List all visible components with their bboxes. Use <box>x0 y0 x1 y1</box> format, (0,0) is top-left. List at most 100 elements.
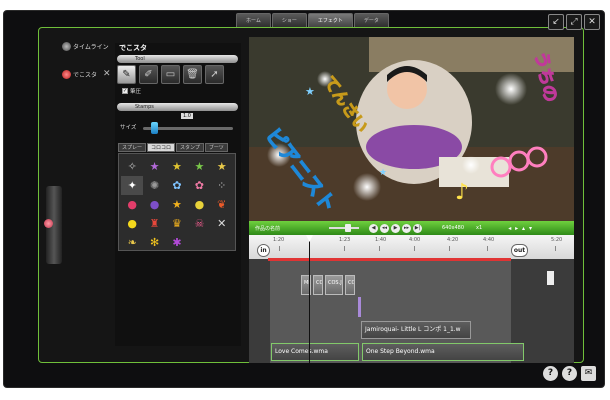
stamp-star-icon[interactable]: ★ <box>188 157 210 176</box>
in-point-marker[interactable]: in <box>257 244 270 257</box>
marker-icon[interactable]: ✐ <box>139 65 158 84</box>
nav-label: タイムライン <box>73 43 109 51</box>
out-point-marker[interactable]: out <box>511 244 528 257</box>
pressure-checkbox[interactable]: ✓ <box>122 88 128 94</box>
brush-icon[interactable]: ✎ <box>117 65 136 84</box>
size-slider-knob[interactable] <box>151 122 158 134</box>
tick-label: 4:00 <box>409 237 421 243</box>
tab-korokoro[interactable]: コロコロ <box>147 143 176 152</box>
pressure-option[interactable]: ✓ 筆圧 <box>122 87 141 95</box>
video-clip[interactable]: CO <box>313 275 323 295</box>
stamp-flower-icon[interactable]: ✿ <box>166 176 188 195</box>
stamp-bone-icon[interactable]: ✕ <box>211 214 233 233</box>
stamp-ball-icon[interactable]: ● <box>121 195 143 214</box>
stamp-creature-icon[interactable]: ✻ <box>143 233 165 252</box>
video-clip[interactable]: COS.J <box>325 275 343 295</box>
tab-spray[interactable]: スプレー <box>118 143 147 152</box>
stamp-skull-icon[interactable]: ☠ <box>188 214 210 233</box>
volume-slider[interactable] <box>329 224 359 232</box>
effect-marker <box>358 297 361 317</box>
rewind-button[interactable]: ◂◂ <box>380 223 389 233</box>
tab-stamp[interactable]: スタンプ <box>176 143 204 152</box>
mail-icon[interactable]: ✉ <box>581 366 596 381</box>
tab-show[interactable]: ショー <box>271 13 307 27</box>
stamp-star-icon[interactable]: ★ <box>166 157 188 176</box>
tick-label: 5:20 <box>551 237 563 243</box>
stamp-cake-icon[interactable]: ♜ <box>143 214 165 233</box>
forward-button[interactable]: ▸▸ <box>402 223 411 233</box>
stamp-lemon-icon[interactable]: ● <box>121 214 143 233</box>
tool-row: ✎ ✐ ▭ 🗑 ➚ <box>117 65 224 84</box>
stamp-starburst-icon[interactable]: ✺ <box>143 176 165 195</box>
help-icon[interactable]: ? <box>562 366 577 381</box>
pointer-icon[interactable]: ➚ <box>205 65 224 84</box>
play-button[interactable]: ▶ <box>391 223 400 233</box>
tool-section-header[interactable]: Tool <box>117 55 238 63</box>
decosta-panel: でこスタ Tool ✎ ✐ ▭ 🗑 ➚ ✓ 筆圧 Stamps 1.0 サイズ … <box>115 43 241 346</box>
tab-home[interactable]: ホーム <box>236 13 271 27</box>
side-slider-knob[interactable] <box>44 219 53 228</box>
stamp-tabs: スプレー コロコロ スタンプ ブーツ <box>118 143 229 152</box>
stamp-ball-icon[interactable]: ● <box>188 195 210 214</box>
star-decoration-icon: ★ <box>379 168 387 178</box>
tick-label: 1:20 <box>273 237 285 243</box>
stamp-spider-icon[interactable]: ✱ <box>166 233 188 252</box>
audio-clip[interactable]: Love Comes.wma <box>271 343 359 361</box>
tab-data[interactable]: データ <box>353 13 389 27</box>
tab-effect[interactable]: エフェクト <box>307 13 353 27</box>
trash-icon[interactable]: 🗑 <box>183 65 202 84</box>
star-decoration-icon: ★ <box>305 85 315 98</box>
video-clip[interactable]: CO <box>345 275 355 295</box>
close-icon[interactable]: ✕ <box>103 69 111 79</box>
stamp-sparkle-icon[interactable]: ✧ <box>121 157 143 176</box>
window-controls: ↙ ⤢ ✕ <box>548 14 600 30</box>
stamp-star-icon[interactable]: ★ <box>211 157 233 176</box>
end-button[interactable]: ▶| <box>413 223 422 233</box>
nav-timeline[interactable]: タイムライン <box>62 39 112 53</box>
stamp-flower-icon[interactable]: ✿ <box>188 176 210 195</box>
preview-canvas: ピアニスト てんさい うちの ♪ ★ ★ <box>249 37 574 221</box>
tab-boots[interactable]: ブーツ <box>204 143 228 152</box>
stamp-star-icon[interactable]: ★ <box>166 195 188 214</box>
stamp-star-icon[interactable]: ★ <box>143 157 165 176</box>
resolution-label: 640x480 <box>442 225 465 231</box>
stamp-ball-icon[interactable]: ● <box>143 195 165 214</box>
player-bar: 作品の名前 ◀ ◂◂ ▶ ▸▸ ▶| 640x480 x1 ◂ ▸ ▴ ▾ <box>249 221 574 235</box>
stamp-grid: ✧ ★ ★ ★ ★ ✦ ✺ ✿ ✿ ⁘ ● ● ★ ● ❦ ● ♜ ♛ ☠ ✕ … <box>118 153 236 251</box>
video-preview[interactable]: ピアニスト てんさい うちの ♪ ★ ★ <box>249 37 574 221</box>
prev-button[interactable]: ◀ <box>369 223 378 233</box>
eraser-icon[interactable]: ▭ <box>161 65 180 84</box>
size-value: 1.0 <box>181 113 193 119</box>
playhead[interactable] <box>309 235 310 363</box>
zoom-label: x1 <box>476 225 483 231</box>
view-options-icon[interactable]: ◂ ▸ ▴ ▾ <box>508 225 533 232</box>
stamps-section-header[interactable]: Stamps <box>117 103 238 111</box>
audio-clip[interactable]: One Step Beyond.wma <box>362 343 524 361</box>
panel-title: でこスタ <box>119 44 147 52</box>
left-nav: タイムライン でこスタ ✕ <box>62 39 112 95</box>
stamp-dots-icon[interactable]: ⁘ <box>211 176 233 195</box>
minimize-button[interactable]: ↙ <box>548 14 564 30</box>
help-search-icon[interactable]: ? <box>543 366 558 381</box>
nav-label: でこスタ <box>73 71 98 79</box>
timeline[interactable]: 1:20 1:23 1:40 4:00 4:20 4:40 5:20 in ou… <box>249 235 574 363</box>
timeline-icon <box>62 41 71 51</box>
stamp-crown-icon[interactable]: ♛ <box>166 214 188 233</box>
maximize-button[interactable]: ⤢ <box>566 14 582 30</box>
project-name[interactable]: 作品の名前 <box>255 225 329 232</box>
close-button[interactable]: ✕ <box>584 14 600 30</box>
stamp-dragon-icon[interactable]: ❧ <box>121 233 143 252</box>
stamp-flash-icon[interactable]: ✦ <box>121 176 144 195</box>
bottom-toolbar: ? ? ✉ <box>543 366 596 381</box>
app-window: ホーム ショー エフェクト データ ↙ ⤢ ✕ タイムライン でこスタ ✕ でこ… <box>3 10 605 388</box>
pressure-label: 筆圧 <box>130 89 142 95</box>
tick-label: 4:40 <box>483 237 495 243</box>
size-label: サイズ <box>120 125 137 131</box>
music-note-icon: ♪ <box>455 180 469 205</box>
nav-decosta[interactable]: でこスタ ✕ <box>62 67 112 81</box>
stamp-leaf-icon[interactable]: ❦ <box>211 195 233 214</box>
tick-label: 1:23 <box>339 237 351 243</box>
time-ruler[interactable]: 1:20 1:23 1:40 4:00 4:20 4:40 5:20 in ou… <box>249 235 574 259</box>
volume-knob[interactable] <box>345 224 351 232</box>
audio-clip[interactable]: Jamiroquai- Little L コンポ 1_1.w <box>361 321 471 339</box>
